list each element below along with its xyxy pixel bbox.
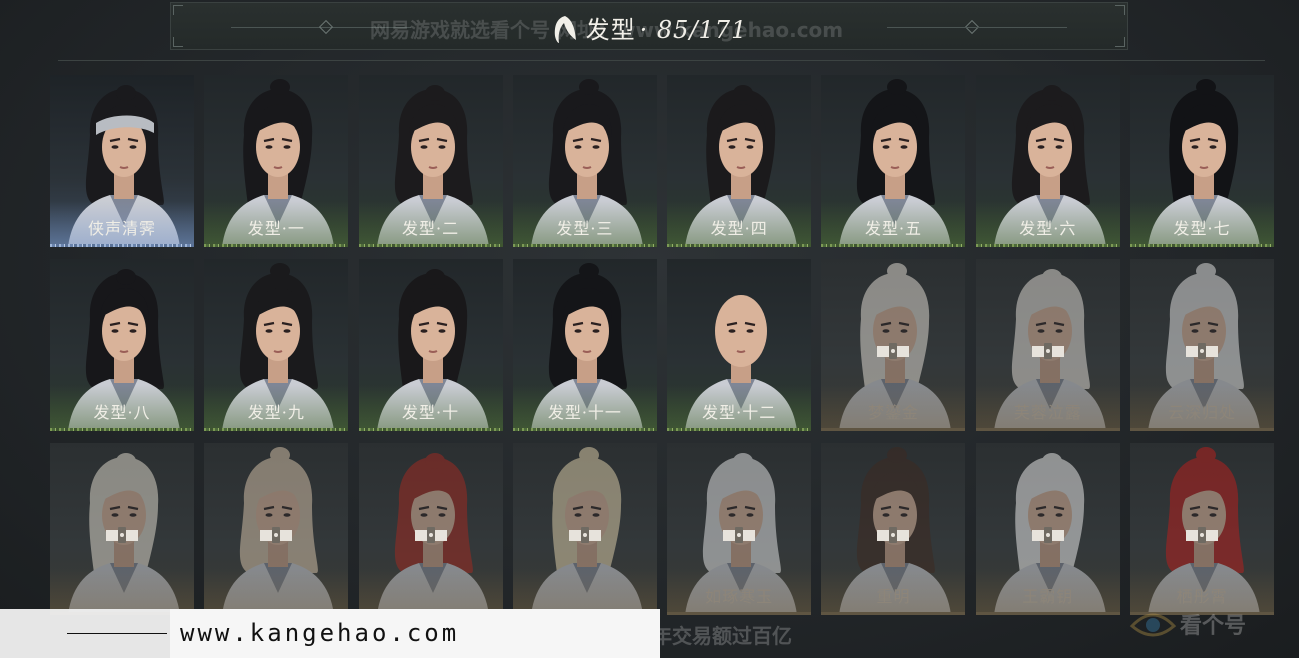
hairstyle-card[interactable] xyxy=(358,443,503,615)
hairstyle-card[interactable]: 发型·五 xyxy=(821,75,966,247)
hairstyle-name: 发型·二 xyxy=(402,219,460,238)
hairstyle-card[interactable]: 如琢寒玉 xyxy=(667,443,812,615)
lock-icon xyxy=(1186,343,1219,359)
hairstyle-card[interactable]: 发型·九 xyxy=(204,259,349,431)
hairstyle-name: 发型·五 xyxy=(864,219,923,238)
hairstyle-name: 如琢寒玉 xyxy=(705,587,774,606)
page-title: 发型 · 85/171 xyxy=(0,10,1299,45)
hairstyle-card[interactable]: 云深归处 xyxy=(1130,259,1275,431)
hairstyle-card[interactable]: 发型·十 xyxy=(358,259,503,431)
hairstyle-name: 发型·四 xyxy=(710,219,768,238)
hairstyle-name: 王霸钥 xyxy=(1022,587,1074,606)
hairstyle-name: 侠声清霁 xyxy=(87,219,156,238)
eye-logo-icon xyxy=(1129,613,1177,637)
hairstyle-card[interactable]: 发型·十一 xyxy=(512,259,657,431)
hairstyle-card[interactable]: 发型·一 xyxy=(204,75,349,247)
brand-watermark: 看个号 xyxy=(1128,600,1298,650)
lock-icon xyxy=(877,343,910,359)
lock-icon xyxy=(723,527,756,543)
hairstyle-card[interactable]: 栖彤霄 xyxy=(1130,443,1275,615)
lock-icon xyxy=(1031,343,1064,359)
hairstyle-name: 发型·八 xyxy=(93,403,151,422)
hairstyle-name: 发型·一 xyxy=(247,219,305,238)
lock-icon xyxy=(1186,527,1219,543)
hairstyle-name: 发型·十 xyxy=(402,403,460,422)
hairstyle-card[interactable]: 重明 xyxy=(821,443,966,615)
hairstyle-name: 发型·七 xyxy=(1173,219,1231,238)
hairstyle-card[interactable]: 发型·八 xyxy=(50,259,194,431)
lock-icon xyxy=(106,527,138,543)
hairstyle-name: 发型·十二 xyxy=(702,403,777,422)
lock-icon xyxy=(877,527,910,543)
hairstyle-card[interactable]: 芙蓉泣露 xyxy=(975,259,1120,431)
lock-icon xyxy=(260,527,293,543)
url-line xyxy=(67,633,167,634)
brand-text: 看个号 xyxy=(1180,614,1247,639)
hairstyle-card[interactable]: 发型·七 xyxy=(1130,75,1275,247)
title-count: · 85/171 xyxy=(639,16,748,44)
watermark-url-bar: www.kangehao.com xyxy=(0,609,660,658)
hairstyle-name: 发型·三 xyxy=(556,219,614,238)
hairstyle-name: 发型·六 xyxy=(1019,219,1077,238)
lock-icon xyxy=(1031,527,1064,543)
lock-icon xyxy=(414,527,447,543)
hairstyle-card[interactable]: 侠声清霁 xyxy=(50,75,194,247)
hairstyle-card[interactable]: 发型·十二 xyxy=(667,259,812,431)
hairstyle-card[interactable]: 发型·三 xyxy=(512,75,657,247)
hairstyle-card[interactable] xyxy=(512,443,657,615)
hairstyle-name: 梦鎏金 xyxy=(867,403,919,422)
hairstyle-card[interactable]: 王霸钥 xyxy=(975,443,1120,615)
title-text: 发型 xyxy=(585,16,636,44)
header-divider xyxy=(58,60,1265,61)
hairstyle-card[interactable] xyxy=(204,443,349,615)
hairstyle-name: 发型·九 xyxy=(247,403,305,422)
hairstyle-grid: 侠声清霁 发型·一 发型·二 发型·三 发型·四 发型·五 发型·六 发型·七发型·八 发型·九… xyxy=(50,75,1276,615)
hairstyle-card[interactable]: 梦鎏金 xyxy=(821,259,966,431)
watermark-url: www.kangehao.com xyxy=(170,609,660,658)
hairstyle-card[interactable]: 发型·二 xyxy=(358,75,503,247)
hairstyle-name: 芙蓉泣露 xyxy=(1013,403,1082,422)
hairstyle-card[interactable]: 发型·六 xyxy=(975,75,1120,247)
hairstyle-name: 发型·十一 xyxy=(547,403,622,422)
hairstyle-name: 云深归处 xyxy=(1168,403,1237,422)
hairstyle-card[interactable]: 发型·四 xyxy=(667,75,812,247)
hairstyle-icon xyxy=(554,16,576,43)
lock-icon xyxy=(568,527,601,543)
hairstyle-name: 重明 xyxy=(876,587,911,606)
hairstyle-card[interactable] xyxy=(50,443,194,615)
hairstyle-screen: 网易游戏就选看个号 网址：www.kangehao.com 发型 · 85/171… xyxy=(0,0,1299,658)
